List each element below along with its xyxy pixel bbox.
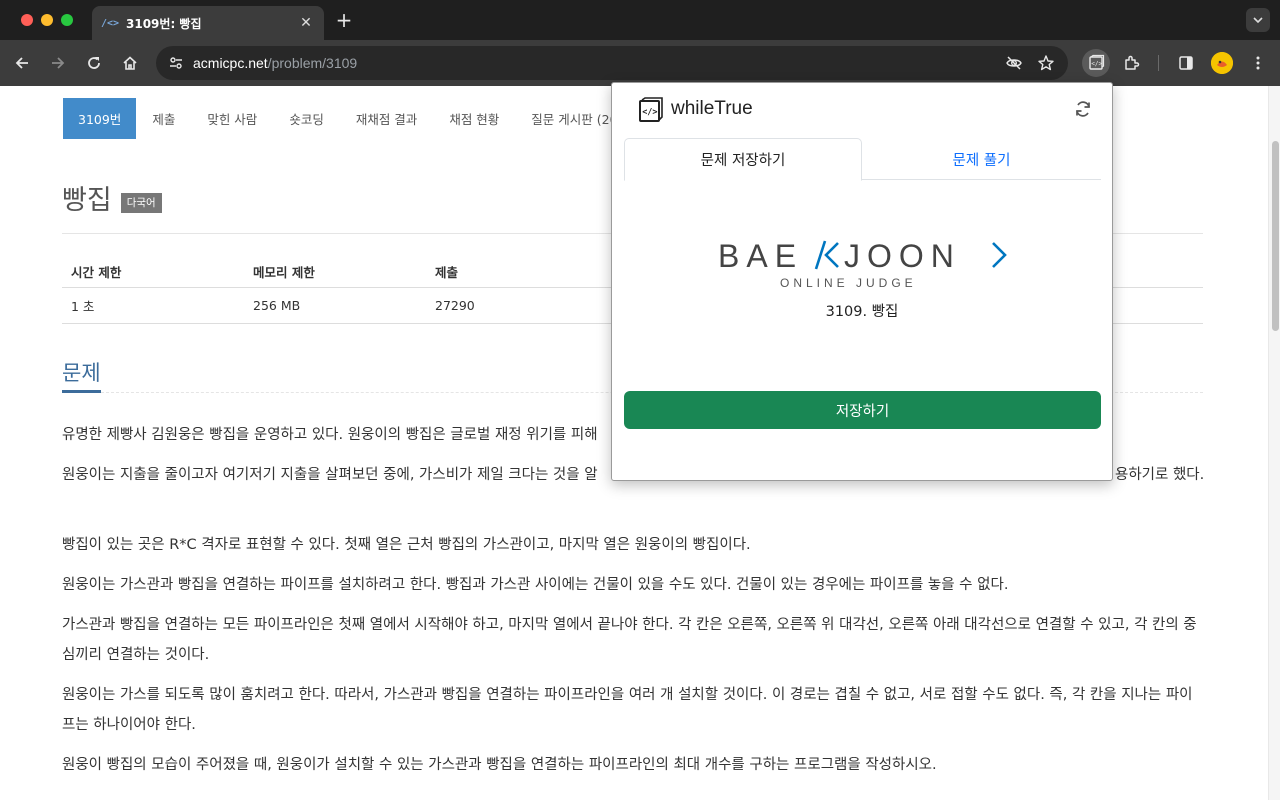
close-window-button[interactable]: [21, 14, 33, 26]
page-scrollbar[interactable]: [1268, 86, 1280, 800]
toolbar-divider: [1158, 55, 1159, 71]
profile-avatar[interactable]: [1211, 52, 1233, 74]
page-title: 빵집 다국어: [62, 178, 162, 217]
home-icon[interactable]: [118, 51, 142, 75]
description-paragraph: 가스관과 빵집을 연결하는 모든 파이프라인은 첫째 열에서 시작해야 하고, …: [62, 617, 1197, 663]
description-paragraph: 빵집이 있는 곳은 R*C 격자로 표현할 수 있다. 첫째 열은 근처 빵집의…: [62, 537, 751, 553]
problem-nav-tabs: 3109번 제출 맞힌 사람 숏코딩 재채점 결과 채점 현황 질문 게시판 (…: [63, 98, 638, 139]
whiletrue-extension-popup: </> whileTrue 문제 저장하기 문제 풀기 BAE JOON ONL…: [611, 82, 1113, 481]
maximize-window-button[interactable]: [61, 14, 73, 26]
problem-title-text: 빵집: [62, 185, 112, 216]
browser-tab-bar: /<> 3109번: 빵집 ✕ +: [0, 0, 1280, 40]
description-paragraph: 원웅이는 가스를 되도록 많이 훔치려고 한다. 따라서, 가스관과 빵집을 연…: [62, 687, 1193, 733]
limits-header-memory: 메모리 제한: [253, 264, 315, 280]
tab-short-coding[interactable]: 숏코딩: [273, 98, 340, 139]
description-paragraph: 원웅이는 가스관과 빵집을 연결하는 파이프를 설치하려고 한다. 빵집과 가스…: [62, 577, 1009, 593]
address-bar[interactable]: acmicpc.net/problem/3109: [156, 46, 1068, 80]
tab-search-chevron-icon[interactable]: [1246, 8, 1270, 32]
tab-solve-problem[interactable]: 문제 풀기: [862, 138, 1101, 180]
limits-value-memory: 256 MB: [253, 298, 301, 313]
limits-header-time: 시간 제한: [71, 264, 122, 280]
baekjoon-logo: BAE JOON ONLINE JUDGE: [718, 238, 1007, 289]
url-path: /problem/3109: [267, 55, 358, 71]
minimize-window-button[interactable]: [41, 14, 53, 26]
selected-problem-label: 3109. 빵집: [825, 304, 899, 320]
extensions-puzzle-icon[interactable]: [1118, 49, 1146, 77]
tab-save-problem[interactable]: 문제 저장하기: [624, 138, 862, 181]
tab-solved-users[interactable]: 맞힌 사람: [191, 98, 273, 139]
new-tab-plus-icon[interactable]: +: [334, 8, 354, 32]
browser-tab-active[interactable]: /<> 3109번: 빵집 ✕: [92, 6, 324, 40]
forward-arrow-icon[interactable]: [46, 51, 70, 75]
save-button[interactable]: 저장하기: [624, 391, 1101, 429]
section-underline: [62, 390, 101, 393]
tab-close-icon[interactable]: ✕: [298, 15, 314, 31]
chrome-menu-icon[interactable]: [1244, 49, 1272, 77]
svg-text:</>: </>: [642, 108, 657, 118]
tab-submit[interactable]: 제출: [136, 98, 191, 139]
tab-problem-number[interactable]: 3109번: [63, 98, 137, 139]
site-info-tune-icon[interactable]: [164, 51, 188, 75]
refresh-icon[interactable]: [1074, 100, 1092, 118]
section-title-problem: 문제: [62, 361, 101, 385]
reload-icon[interactable]: [82, 51, 106, 75]
limits-value-submissions: 27290: [435, 298, 475, 313]
baekjoon-logo-left-text: BAE: [718, 238, 803, 274]
tab-title: 3109번: 빵집: [126, 16, 202, 31]
url-text: acmicpc.net/problem/3109: [193, 55, 357, 71]
description-paragraph: 원웅이 빵집의 모습이 주어졌을 때, 원웅이가 설치할 수 있는 가스관과 빵…: [62, 757, 937, 773]
language-badge[interactable]: 다국어: [120, 192, 162, 213]
description-paragraph-tail: 용하기로 했다.: [1115, 467, 1205, 483]
whiletrue-extension-icon[interactable]: </>: [1082, 49, 1110, 77]
tab-rejudge-results[interactable]: 재채점 결과: [340, 98, 433, 139]
side-panel-icon[interactable]: [1172, 49, 1200, 77]
description-paragraph-text: 원웅이는 지출을 줄이고자 여기저기 지출을 살펴보던 중에, 가스비가 제일 …: [62, 467, 598, 483]
svg-text:</>: </>: [1091, 61, 1102, 68]
limits-value-time: 1 초: [71, 299, 95, 314]
whiletrue-logo-icon: </>: [639, 97, 663, 122]
url-host: acmicpc.net: [193, 55, 268, 71]
back-arrow-icon[interactable]: [10, 51, 34, 75]
boj-favicon-icon: /<>: [100, 17, 120, 29]
scrollbar-thumb[interactable]: [1272, 141, 1279, 331]
tab-judge-status[interactable]: 채점 현황: [433, 98, 515, 139]
limits-header-submissions: 제출: [435, 264, 459, 280]
popup-brand-name: whileTrue: [671, 98, 753, 119]
eye-off-icon[interactable]: [1002, 51, 1026, 75]
browser-toolbar: acmicpc.net/problem/3109 </>: [0, 40, 1280, 86]
baekjoon-logo-subtitle: ONLINE JUDGE: [780, 276, 917, 289]
bookmark-star-icon[interactable]: [1034, 51, 1058, 75]
popup-tabs: 문제 저장하기 문제 풀기: [624, 138, 1101, 181]
baekjoon-logo-right-text: JOON: [844, 238, 961, 274]
